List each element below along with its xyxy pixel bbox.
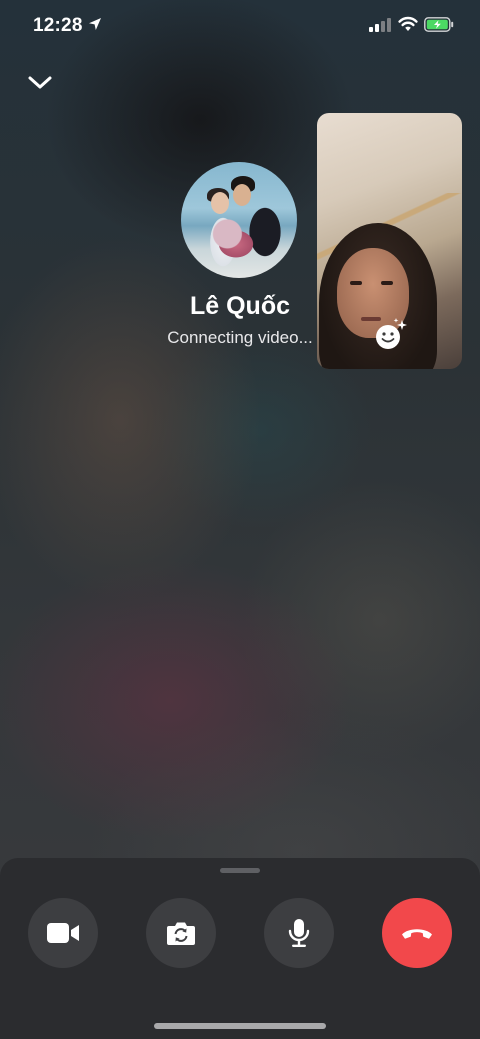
phone-hangup-icon bbox=[402, 929, 432, 939]
chevron-down-icon[interactable] bbox=[26, 72, 54, 94]
caller-name: Lê Quốc bbox=[189, 292, 290, 320]
smiley-sparkle-icon[interactable] bbox=[374, 316, 410, 352]
caller-avatar bbox=[181, 162, 297, 278]
cellular-signal-icon bbox=[369, 18, 391, 32]
status-time: 12:28 bbox=[33, 15, 83, 36]
call-status: Connecting video... bbox=[167, 328, 313, 347]
video-toggle-button[interactable] bbox=[28, 898, 98, 968]
location-arrow-icon bbox=[89, 18, 101, 30]
battery-charging-icon bbox=[424, 17, 454, 32]
wifi-icon bbox=[398, 16, 418, 31]
flip-camera-button[interactable] bbox=[146, 898, 216, 968]
status-bar: 12:28 bbox=[0, 0, 480, 52]
microphone-icon bbox=[288, 919, 310, 947]
home-indicator[interactable] bbox=[154, 1023, 326, 1029]
camera-flip-icon bbox=[167, 922, 195, 945]
mute-button[interactable] bbox=[264, 898, 334, 968]
end-call-button[interactable] bbox=[382, 898, 452, 968]
video-camera-icon bbox=[47, 923, 79, 943]
panel-drag-handle[interactable] bbox=[220, 868, 260, 873]
